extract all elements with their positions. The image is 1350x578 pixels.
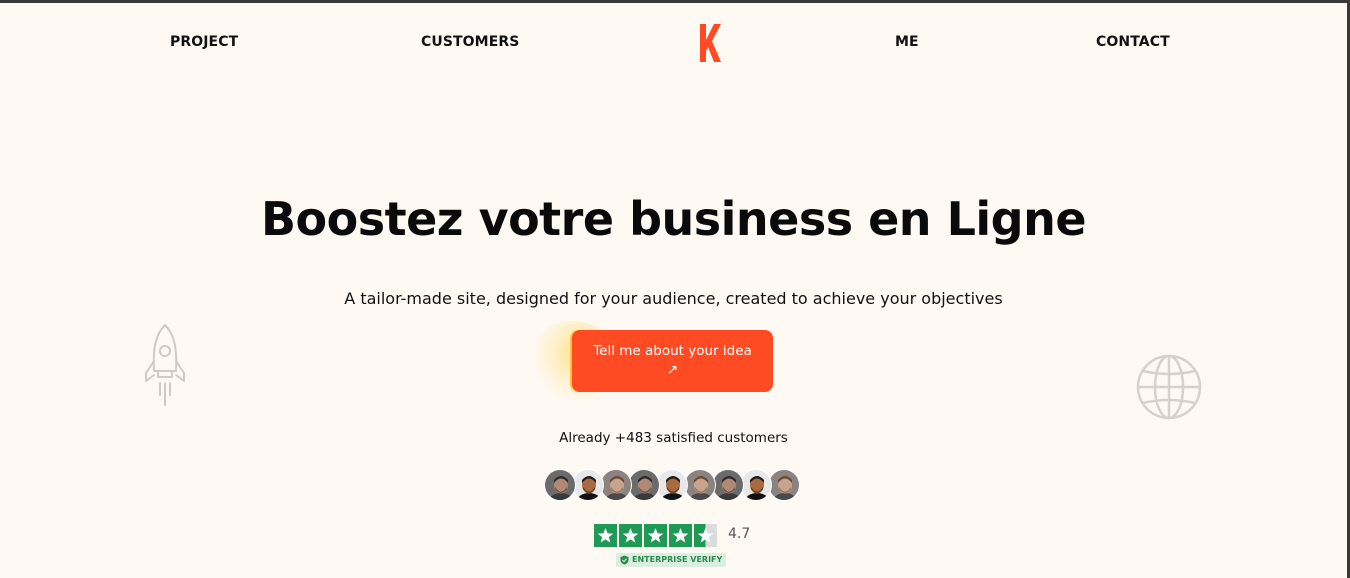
rating-star: [594, 524, 617, 547]
rating-star: [694, 524, 717, 547]
verify-badge-label: ENTERPRISE VERIFY: [632, 555, 723, 564]
nav-link-project[interactable]: PROJECT: [170, 34, 238, 50]
avatar: [628, 469, 660, 501]
hero-headline: Boostez votre business en Ligne: [260, 192, 1087, 246]
logo-k-icon[interactable]: [697, 22, 723, 64]
nav-link-contact[interactable]: CONTACT: [1096, 34, 1170, 50]
globe-icon: [1136, 354, 1202, 420]
tell-me-about-your-idea-button[interactable]: Tell me about your idea ↗: [572, 330, 773, 392]
cta-button-label: Tell me about your idea ↗: [593, 343, 752, 378]
rating-star: [644, 524, 667, 547]
trust-rating: 4.7: [594, 524, 764, 547]
avatar: [740, 469, 772, 501]
rating-value: 4.7: [728, 526, 751, 542]
avatar: [656, 469, 688, 501]
top-navigation: PROJECT CUSTOMERS ME CONTACT: [0, 3, 1347, 83]
enterprise-verify-badge: ENTERPRISE VERIFY: [616, 553, 727, 567]
avatar: [768, 469, 800, 501]
avatar: [544, 469, 576, 501]
rating-star: [669, 524, 692, 547]
nav-link-customers[interactable]: CUSTOMERS: [421, 34, 519, 50]
avatar: [572, 469, 604, 501]
customer-avatars: [544, 469, 814, 503]
shield-check-icon: [620, 555, 629, 565]
avatar: [684, 469, 716, 501]
avatar: [600, 469, 632, 501]
satisfied-customers-text: Already +483 satisfied customers: [559, 430, 788, 446]
nav-link-me[interactable]: ME: [895, 34, 919, 50]
rocket-icon: [145, 324, 185, 406]
avatar: [712, 469, 744, 501]
hero-subtitle: A tailor-made site, designed for your au…: [344, 289, 1003, 308]
rating-star: [619, 524, 642, 547]
